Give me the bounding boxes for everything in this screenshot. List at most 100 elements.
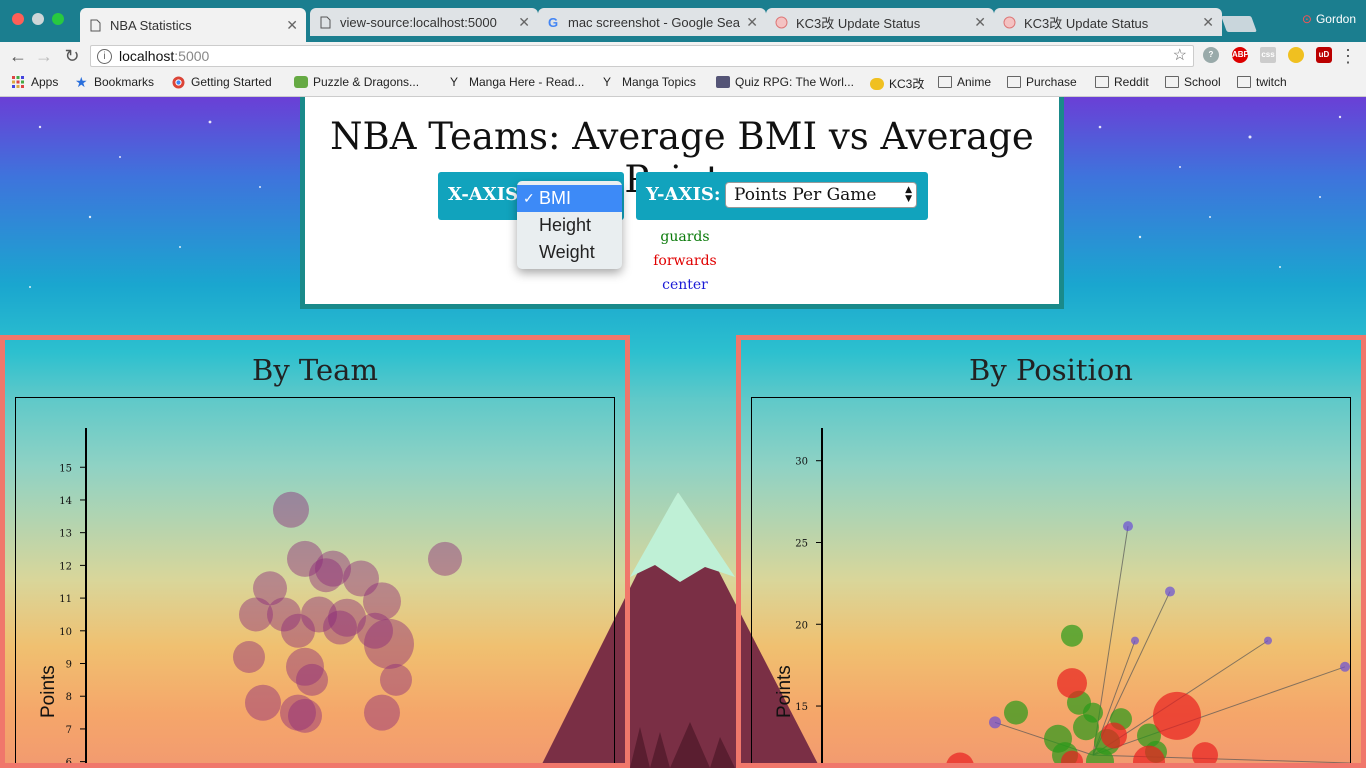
team-y-tick-label: 9 bbox=[66, 660, 72, 671]
bookmark-getting-started[interactable]: Getting Started bbox=[172, 75, 272, 89]
bookmark-folder-purchase[interactable]: Purchase bbox=[1007, 75, 1077, 89]
chrome-icon bbox=[172, 76, 186, 89]
close-tab-icon[interactable]: ✕ bbox=[1202, 14, 1214, 31]
tab-google-search[interactable]: G mac screenshot - Google Sear ✕ bbox=[538, 8, 766, 36]
by-position-title: By Position bbox=[969, 353, 1133, 387]
bookmarks-bar: Apps ★ Bookmarks Getting Started Puzzle … bbox=[0, 70, 1366, 97]
bookmark-label: Puzzle & Dragons... bbox=[313, 75, 420, 89]
x-option-weight[interactable]: Weight bbox=[517, 239, 622, 266]
ublock-icon[interactable]: uD bbox=[1316, 47, 1332, 63]
by-team-plot: 6 7 8 9 10 11 12 13 14 15 Points bbox=[15, 397, 615, 768]
by-team-card: By Team 6 7 8 9 10 11 12 13 14 15 Points bbox=[0, 335, 630, 768]
y-axis-label: Y-AXIS: bbox=[646, 184, 721, 205]
team-point bbox=[233, 640, 265, 673]
tab-kc3-update-2[interactable]: KC3改 Update Status ✕ bbox=[994, 8, 1222, 36]
legend-center: center bbox=[662, 277, 708, 293]
position-y-tick-label: 15 bbox=[795, 702, 808, 713]
tab-view-source[interactable]: view-source:localhost:5000 ✕ bbox=[310, 8, 538, 36]
tab-nba-statistics[interactable]: NBA Statistics ✕ bbox=[80, 8, 306, 42]
by-position-plot: 15 20 25 30 Points bbox=[751, 397, 1351, 763]
team-point bbox=[296, 663, 328, 696]
position-point-forwards bbox=[1192, 742, 1218, 763]
team-y-tick-label: 11 bbox=[59, 594, 72, 605]
team-y-tick-label: 10 bbox=[59, 627, 72, 638]
reload-icon[interactable]: ↻ bbox=[62, 46, 82, 66]
bookmark-label: Quiz RPG: The Worl... bbox=[735, 75, 854, 89]
team-point bbox=[309, 558, 343, 593]
close-tab-icon[interactable]: ✕ bbox=[286, 17, 298, 34]
bookmark-label: Manga Here - Read... bbox=[469, 75, 585, 89]
x-option-height[interactable]: Height bbox=[517, 212, 622, 239]
bookmark-puzzle-dragons[interactable]: Puzzle & Dragons... bbox=[294, 75, 419, 89]
legend-guards: guards bbox=[660, 229, 710, 245]
close-tab-icon[interactable]: ✕ bbox=[518, 14, 530, 31]
tab-label: NBA Statistics bbox=[110, 17, 192, 33]
team-y-tick-label: 7 bbox=[66, 725, 72, 736]
kc3-icon bbox=[774, 15, 788, 29]
x-option-bmi[interactable]: ✓ BMI bbox=[517, 185, 622, 212]
y-axis-control: Y-AXIS: Points Per Game ▲ ▼ bbox=[636, 172, 928, 220]
team-y-tick-label: 6 bbox=[66, 758, 72, 768]
folder-icon bbox=[1007, 76, 1021, 88]
bookmark-label: Purchase bbox=[1026, 75, 1077, 89]
team-point bbox=[288, 698, 322, 733]
bookmark-label: twitch bbox=[1256, 75, 1287, 89]
team-point bbox=[380, 663, 412, 696]
star-icon: ★ bbox=[75, 74, 88, 90]
new-tab-button[interactable] bbox=[1221, 16, 1257, 32]
checkmark-icon: ✓ bbox=[523, 190, 535, 206]
close-tab-icon[interactable]: ✕ bbox=[974, 14, 986, 31]
bookmark-kc3[interactable]: KC3改 bbox=[870, 75, 924, 92]
address-bar[interactable]: i localhost:5000 ☆ bbox=[90, 45, 1194, 67]
minimize-window-button[interactable] bbox=[32, 13, 44, 25]
abp-icon[interactable]: ABP bbox=[1232, 47, 1249, 63]
team-point bbox=[428, 541, 462, 576]
bookmark-label: Apps bbox=[31, 75, 59, 89]
bookmark-label: Manga Topics bbox=[622, 75, 696, 89]
tab-kc3-update-1[interactable]: KC3改 Update Status ✕ bbox=[766, 8, 994, 36]
css-icon[interactable]: css bbox=[1260, 47, 1276, 63]
bookmark-folder-school[interactable]: School bbox=[1165, 75, 1221, 89]
option-label: Height bbox=[539, 215, 592, 235]
position-y-tick-label: 30 bbox=[795, 457, 808, 468]
option-label: BMI bbox=[539, 188, 572, 208]
bookmark-manga-here[interactable]: Y Manga Here - Read... bbox=[450, 75, 584, 89]
close-tab-icon[interactable]: ✕ bbox=[746, 14, 758, 31]
select-arrows-icon: ▲ ▼ bbox=[905, 185, 912, 204]
close-window-button[interactable] bbox=[12, 13, 24, 25]
maximize-window-button[interactable] bbox=[52, 13, 64, 25]
bookmark-quiz-rpg[interactable]: Quiz RPG: The Worl... bbox=[716, 75, 854, 89]
folder-icon bbox=[1165, 76, 1179, 88]
menu-icon[interactable]: ⋮ bbox=[1338, 46, 1358, 66]
kc3-icon[interactable] bbox=[1288, 47, 1304, 63]
position-point-forwards bbox=[1101, 722, 1127, 749]
team-point bbox=[245, 684, 281, 721]
back-icon[interactable]: ← bbox=[8, 46, 28, 66]
bookmark-folder-twitch[interactable]: twitch bbox=[1237, 75, 1287, 89]
bookmark-bookmarks[interactable]: ★ Bookmarks bbox=[75, 75, 154, 89]
legend-forwards: forwards bbox=[653, 253, 717, 269]
by-team-y-label: Points bbox=[38, 665, 59, 718]
position-point-center bbox=[1131, 636, 1139, 645]
bookmark-manga-topics[interactable]: Y Manga Topics bbox=[603, 75, 696, 89]
info-icon[interactable]: i bbox=[97, 49, 112, 64]
team-y-tick-label: 15 bbox=[59, 463, 72, 474]
browser-toolbar: ← → ↻ i localhost:5000 ☆ ? ABP css uD ⋮ bbox=[0, 42, 1366, 70]
bookmark-apps[interactable]: Apps bbox=[12, 75, 58, 89]
shield-icon[interactable]: ? bbox=[1203, 47, 1219, 63]
manga-icon: Y bbox=[603, 75, 612, 89]
bookmark-label: Reddit bbox=[1114, 75, 1149, 89]
team-y-tick-label: 14 bbox=[59, 496, 72, 507]
tab-strip: NBA Statistics ✕ view-source:localhost:5… bbox=[0, 0, 1366, 42]
team-y-tick-label: 13 bbox=[59, 529, 72, 540]
bookmark-star-icon[interactable]: ☆ bbox=[1173, 46, 1187, 66]
bookmark-label: KC3改 bbox=[889, 77, 925, 91]
bookmark-folder-anime[interactable]: Anime bbox=[938, 75, 991, 89]
profile-button[interactable]: ⊙ Gordon bbox=[1302, 12, 1356, 26]
google-icon: G bbox=[547, 14, 559, 30]
bookmark-folder-reddit[interactable]: Reddit bbox=[1095, 75, 1149, 89]
position-point-center bbox=[1264, 636, 1272, 645]
y-axis-select[interactable]: Points Per Game ▲ ▼ bbox=[725, 182, 917, 208]
forward-icon[interactable]: → bbox=[34, 46, 54, 66]
profile-name: Gordon bbox=[1315, 12, 1356, 26]
